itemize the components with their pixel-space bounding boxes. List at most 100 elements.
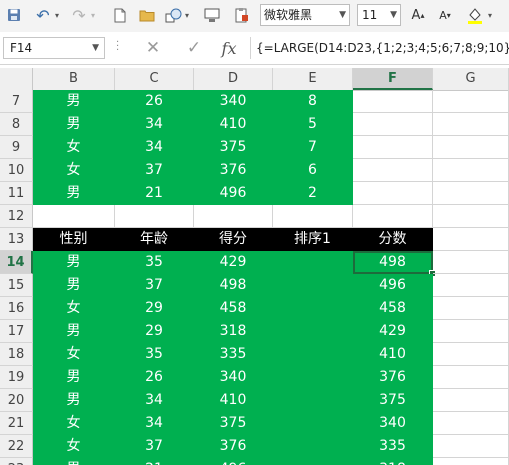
- cell-f13[interactable]: 分数: [353, 228, 433, 251]
- resize-handle-icon[interactable]: · · ·: [116, 38, 119, 56]
- cell-g12[interactable]: [433, 205, 509, 228]
- shapes-icon[interactable]: [164, 4, 182, 26]
- cell-b10[interactable]: 女: [33, 159, 115, 182]
- redo-icon[interactable]: ↷: [70, 4, 88, 26]
- cell-d16[interactable]: 458: [194, 297, 273, 320]
- cell-c18[interactable]: 35: [115, 343, 194, 366]
- cell-g19[interactable]: [433, 366, 509, 389]
- cell-f22[interactable]: 335: [353, 435, 433, 458]
- cell-c9[interactable]: 34: [115, 136, 194, 159]
- row-header[interactable]: 17: [0, 320, 33, 343]
- cell-c15[interactable]: 37: [115, 274, 194, 297]
- row-header[interactable]: 9: [0, 136, 33, 159]
- cell-g21[interactable]: [433, 412, 509, 435]
- cell-b7[interactable]: 男: [33, 90, 115, 113]
- cell-d22[interactable]: 376: [194, 435, 273, 458]
- cell-d13[interactable]: 得分: [194, 228, 273, 251]
- row-header[interactable]: 10: [0, 159, 33, 182]
- cell-e17[interactable]: [273, 320, 353, 343]
- cell-b17[interactable]: 男: [33, 320, 115, 343]
- cell-b14[interactable]: 男: [33, 251, 115, 274]
- cell-g17[interactable]: [433, 320, 509, 343]
- new-document-icon[interactable]: [112, 4, 128, 26]
- chevron-down-icon[interactable]: ▼: [339, 5, 346, 25]
- row-header[interactable]: 14: [0, 251, 33, 274]
- cell-c19[interactable]: 26: [115, 366, 194, 389]
- column-header-c[interactable]: C: [115, 68, 194, 90]
- cell-g18[interactable]: [433, 343, 509, 366]
- undo-icon[interactable]: ↶: [34, 4, 52, 26]
- cell-e15[interactable]: [273, 274, 353, 297]
- row-header[interactable]: 23: [0, 458, 33, 465]
- cell-e21[interactable]: [273, 412, 353, 435]
- cell-b20[interactable]: 男: [33, 389, 115, 412]
- cell-e10[interactable]: 6: [273, 159, 353, 182]
- cancel-icon[interactable]: ✕: [142, 37, 164, 59]
- cell-f21[interactable]: 340: [353, 412, 433, 435]
- fill-color-dropdown-icon[interactable]: ▾: [486, 4, 494, 26]
- cell-b8[interactable]: 男: [33, 113, 115, 136]
- cell-f18[interactable]: 410: [353, 343, 433, 366]
- cell-b19[interactable]: 男: [33, 366, 115, 389]
- cell-e14[interactable]: [273, 251, 353, 274]
- cell-b13[interactable]: 性别: [33, 228, 115, 251]
- row-header[interactable]: 21: [0, 412, 33, 435]
- row-header[interactable]: 7: [0, 90, 33, 113]
- cell-g23[interactable]: [433, 458, 509, 465]
- cell-f8[interactable]: [353, 113, 433, 136]
- column-header-f[interactable]: F: [353, 68, 433, 90]
- row-header[interactable]: 13: [0, 228, 33, 251]
- cell-e16[interactable]: [273, 297, 353, 320]
- cell-e19[interactable]: [273, 366, 353, 389]
- row-header[interactable]: 8: [0, 113, 33, 136]
- chevron-down-icon[interactable]: ▼: [390, 5, 397, 25]
- cell-e22[interactable]: [273, 435, 353, 458]
- cell-c22[interactable]: 37: [115, 435, 194, 458]
- cell-f12[interactable]: [353, 205, 433, 228]
- cell-b18[interactable]: 女: [33, 343, 115, 366]
- cell-b9[interactable]: 女: [33, 136, 115, 159]
- cell-c7[interactable]: 26: [115, 90, 194, 113]
- cell-d14[interactable]: 429: [194, 251, 273, 274]
- cell-b21[interactable]: 女: [33, 412, 115, 435]
- cell-b12[interactable]: [33, 205, 115, 228]
- row-header[interactable]: 11: [0, 182, 33, 205]
- formula-input[interactable]: {=LARGE(D14:D23,{1;2;3;4;5;6;7;8;9;10})}: [250, 37, 509, 59]
- cell-d19[interactable]: 340: [194, 366, 273, 389]
- cell-e12[interactable]: [273, 205, 353, 228]
- cell-b23[interactable]: 男: [33, 458, 115, 465]
- font-size-select[interactable]: 11 ▼: [357, 4, 401, 26]
- undo-dropdown-icon[interactable]: ▾: [53, 4, 61, 26]
- cell-c11[interactable]: 21: [115, 182, 194, 205]
- column-header-e[interactable]: E: [273, 68, 353, 90]
- shapes-dropdown-icon[interactable]: ▾: [183, 4, 191, 26]
- cell-d12[interactable]: [194, 205, 273, 228]
- cell-b16[interactable]: 女: [33, 297, 115, 320]
- cell-g16[interactable]: [433, 297, 509, 320]
- cell-f10[interactable]: [353, 159, 433, 182]
- cell-e7[interactable]: 8: [273, 90, 353, 113]
- cell-g9[interactable]: [433, 136, 509, 159]
- cell-g15[interactable]: [433, 274, 509, 297]
- cell-e20[interactable]: [273, 389, 353, 412]
- cell-f7[interactable]: [353, 90, 433, 113]
- fill-color-icon[interactable]: [466, 4, 484, 26]
- decrease-font-icon[interactable]: A ▾: [436, 4, 454, 26]
- cell-d23[interactable]: 496: [194, 458, 273, 465]
- cell-b15[interactable]: 男: [33, 274, 115, 297]
- camera-icon[interactable]: [203, 4, 221, 26]
- cell-f15[interactable]: 496: [353, 274, 433, 297]
- cell-e18[interactable]: [273, 343, 353, 366]
- cell-f19[interactable]: 376: [353, 366, 433, 389]
- column-header-b[interactable]: B: [33, 68, 115, 90]
- select-all-corner[interactable]: [0, 68, 33, 90]
- cell-f20[interactable]: 375: [353, 389, 433, 412]
- open-folder-icon[interactable]: [138, 4, 156, 26]
- cell-b22[interactable]: 女: [33, 435, 115, 458]
- cell-g11[interactable]: [433, 182, 509, 205]
- cell-g20[interactable]: [433, 389, 509, 412]
- enter-check-icon[interactable]: ✓: [183, 37, 205, 59]
- chevron-down-icon[interactable]: ▼: [92, 38, 99, 58]
- cell-b11[interactable]: 男: [33, 182, 115, 205]
- cell-c17[interactable]: 29: [115, 320, 194, 343]
